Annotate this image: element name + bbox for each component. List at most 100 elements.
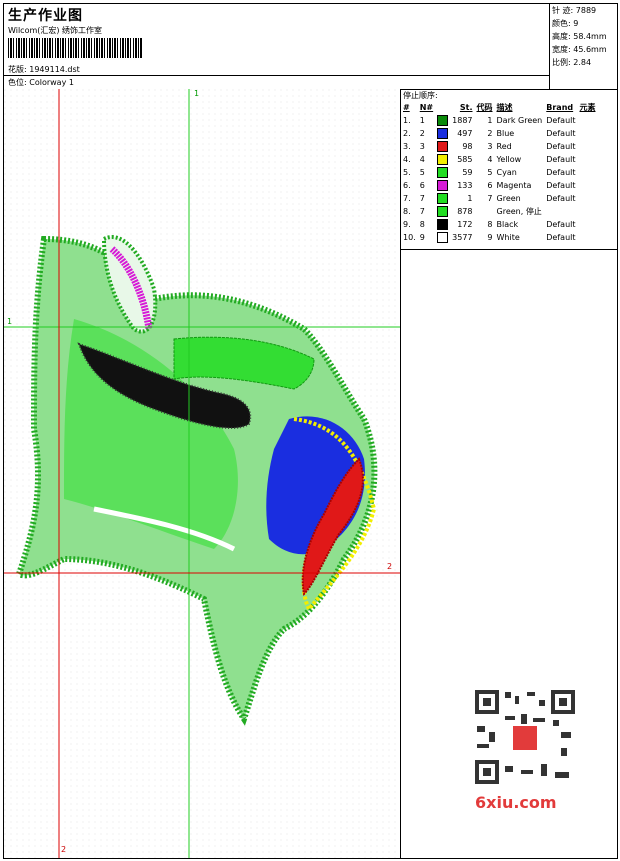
design-canvas: 1 1 2 2 <box>4 89 401 858</box>
design-width: 宽度: 45.6mm <box>552 45 607 54</box>
element <box>578 192 598 205</box>
page-title: 生产作业图 <box>8 8 83 24</box>
color-swatch-box <box>437 180 449 191</box>
table-row: 10. 9 3577 9 White Default <box>401 231 598 244</box>
row-number: 8. <box>403 207 411 216</box>
color-code: 3 <box>487 142 493 151</box>
qr-code-graphic <box>471 686 579 788</box>
stop-sequence-panel: 停止顺序: # N# St. 代码 描述 Brand 元素 1. 1 1887 1 Da… <box>401 89 617 858</box>
row-number: 7. <box>403 194 411 203</box>
color-count: 颜色: 9 <box>552 19 579 28</box>
color-swatch-box <box>437 232 449 243</box>
colorway-label: 色位: <box>8 78 27 87</box>
row-number: 4. <box>403 155 411 164</box>
color-code: 6 <box>487 181 493 190</box>
studio-name: Wilcom(汇宏) 绣饰工作室 <box>8 26 103 35</box>
header-area: 生产作业图 Wilcom(汇宏) 绣饰工作室 花版: 1949114.dst 色… <box>4 4 549 90</box>
colorway-field: 色位: Colorway 1 <box>8 77 74 88</box>
color-swatch-box <box>437 154 449 165</box>
needle-number: 2 <box>419 129 425 138</box>
color-swatch-box <box>437 206 449 217</box>
stitch-count: 1887 <box>452 116 473 125</box>
table-row: 2. 2 497 2 Blue Default <box>401 127 598 140</box>
brand: Default <box>546 129 576 138</box>
table-row: 7. 7 1 7 Green Default <box>401 192 598 205</box>
qr-code <box>471 686 579 788</box>
brand: Default <box>546 116 576 125</box>
color-description: Magenta <box>496 181 532 190</box>
color-description: Black <box>496 220 519 229</box>
colorway-value: Colorway 1 <box>29 78 74 87</box>
color-description: Blue <box>496 129 515 138</box>
brand: Default <box>546 220 576 229</box>
red-axis-bottom-label: 2 <box>61 845 67 854</box>
stitch-count: 98 <box>462 142 473 151</box>
divider <box>4 75 549 76</box>
element <box>578 127 598 140</box>
color-swatch <box>435 218 450 231</box>
color-code: 1 <box>487 116 493 125</box>
stats-box: 针 迹: 7889 颜色: 9 高度: 58.4mm 宽度: 45.6mm 比例… <box>549 4 618 90</box>
color-swatch-box <box>437 193 449 204</box>
color-swatch <box>435 192 450 205</box>
color-description: White <box>496 233 520 242</box>
color-swatch <box>435 114 450 127</box>
element <box>578 218 598 231</box>
element <box>578 166 598 179</box>
design-scale: 比例: 2.84 <box>552 58 592 67</box>
needle-number: 3 <box>419 142 425 151</box>
color-code: 4 <box>487 155 493 164</box>
stitch-count: 3577 <box>452 233 473 242</box>
brand: Default <box>546 194 576 203</box>
needle-number: 7 <box>419 207 425 216</box>
barcode <box>8 38 142 58</box>
table-row: 9. 8 172 8 Black Default <box>401 218 598 231</box>
element <box>578 231 598 244</box>
element <box>578 114 598 127</box>
needle-number: 1 <box>419 116 425 125</box>
table-row: 8. 7 878 Green, 停止 <box>401 205 598 218</box>
stitch-count: 59 <box>462 168 473 177</box>
table-row: 4. 4 585 4 Yellow Default <box>401 153 598 166</box>
row-number: 6. <box>403 181 411 190</box>
element <box>578 205 598 218</box>
color-swatch <box>435 140 450 153</box>
stitch-count: 497 <box>457 129 473 138</box>
green-axis-left-label: 1 <box>7 317 13 326</box>
color-swatch-box <box>437 219 449 230</box>
color-description: Yellow <box>496 155 522 164</box>
color-description: Green <box>496 194 521 203</box>
color-code: 7 <box>487 194 493 203</box>
design-field: 花版: 1949114.dst <box>8 64 80 75</box>
table-row: 3. 3 98 3 Red Default <box>401 140 598 153</box>
color-swatch-box <box>437 115 449 126</box>
table-header-row: # N# St. 代码 描述 Brand 元素 <box>401 101 598 114</box>
color-code: 5 <box>487 168 493 177</box>
brand: Default <box>546 142 576 151</box>
col-header: 代码 <box>476 103 493 112</box>
color-swatch <box>435 179 450 192</box>
col-header: St. <box>459 103 473 112</box>
needle-number: 9 <box>419 233 425 242</box>
stitch-count: 585 <box>457 155 473 164</box>
color-swatch <box>435 205 450 218</box>
embroidery-preview <box>4 89 400 858</box>
color-swatch <box>435 153 450 166</box>
color-swatch <box>435 127 450 140</box>
color-swatch-box <box>437 167 449 178</box>
table-row: 5. 5 59 5 Cyan Default <box>401 166 598 179</box>
color-description: Dark Green <box>496 116 543 125</box>
stitch-count: 1 <box>467 194 473 203</box>
col-header: # <box>403 103 410 112</box>
table-row: 1. 1 1887 1 Dark Green Default <box>401 114 598 127</box>
col-header: 描述 <box>496 103 513 112</box>
brand: Default <box>546 181 576 190</box>
color-code <box>475 205 495 218</box>
stitch-count: 172 <box>457 220 473 229</box>
table-row: 6. 6 133 6 Magenta Default <box>401 179 598 192</box>
production-sheet: 生产作业图 Wilcom(汇宏) 绣饰工作室 花版: 1949114.dst 色… <box>3 3 618 859</box>
col-header: 元素 <box>579 103 596 112</box>
color-swatch <box>435 231 450 244</box>
col-header: Brand <box>546 103 574 112</box>
needle-number: 4 <box>419 155 425 164</box>
